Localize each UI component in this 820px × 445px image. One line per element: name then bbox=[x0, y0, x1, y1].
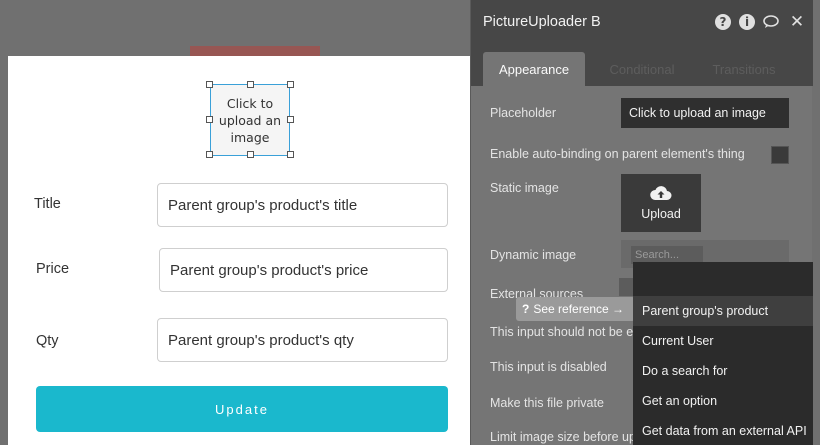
tab-appearance[interactable]: Appearance bbox=[483, 52, 585, 86]
static-image-upload-button[interactable]: Upload bbox=[621, 174, 701, 232]
dynamic-image-label: Dynamic image bbox=[490, 248, 577, 262]
panel-tabs: Appearance Conditional Transitions bbox=[471, 46, 813, 86]
not-empty-label: This input should not be e bbox=[490, 325, 634, 339]
upload-label: Upload bbox=[641, 207, 681, 221]
qty-label: Qty bbox=[36, 333, 59, 349]
price-input[interactable]: Parent group's product's price bbox=[159, 248, 448, 292]
auto-binding-label: Enable auto-binding on parent element's … bbox=[490, 147, 745, 161]
update-button[interactable]: Update bbox=[36, 386, 448, 432]
auto-binding-checkbox[interactable] bbox=[771, 146, 789, 164]
tab-conditional[interactable]: Conditional bbox=[595, 52, 689, 86]
disabled-label: This input is disabled bbox=[490, 360, 607, 374]
dropdown-item-get-option[interactable]: Get an option bbox=[633, 386, 813, 416]
uploader-text: Click to upload an image bbox=[218, 95, 282, 145]
tab-transitions[interactable]: Transitions bbox=[699, 52, 789, 86]
qty-input[interactable]: Parent group's product's qty bbox=[157, 318, 448, 362]
dropdown-top bbox=[633, 262, 813, 296]
placeholder-input-value: Click to upload an image bbox=[629, 106, 766, 120]
price-input-value: Parent group's product's price bbox=[170, 261, 369, 279]
static-image-label: Static image bbox=[490, 181, 559, 195]
panel-title: PictureUploader B bbox=[483, 14, 601, 30]
close-icon[interactable]: ✕ bbox=[789, 12, 805, 32]
dropdown-item-external-api[interactable]: Get data from an external API bbox=[633, 416, 813, 445]
picture-uploader[interactable]: Click to upload an image bbox=[210, 84, 290, 156]
dropdown-item-current-user[interactable]: Current User bbox=[633, 326, 813, 356]
dropdown-item-parent-group[interactable]: Parent group's product bbox=[633, 296, 813, 326]
title-input[interactable]: Parent group's product's title bbox=[157, 183, 448, 227]
resize-handle-nw[interactable] bbox=[206, 81, 213, 88]
see-reference-label: See reference → bbox=[533, 302, 625, 316]
title-input-value: Parent group's product's title bbox=[168, 196, 358, 214]
title-label: Title bbox=[34, 196, 61, 212]
resize-handle-e[interactable] bbox=[287, 116, 294, 123]
cloud-upload-icon bbox=[650, 186, 672, 200]
price-label: Price bbox=[36, 261, 70, 277]
limit-size-label: Limit image size before up bbox=[490, 430, 636, 444]
resize-handle-s[interactable] bbox=[247, 151, 254, 158]
resize-handle-ne[interactable] bbox=[287, 81, 294, 88]
question-icon: ? bbox=[522, 302, 530, 316]
canvas-element-strip bbox=[190, 46, 320, 56]
dropdown-item-do-search[interactable]: Do a search for bbox=[633, 356, 813, 386]
data-source-dropdown: Parent group's product Current User Do a… bbox=[633, 262, 813, 445]
info-icon[interactable]: i bbox=[739, 14, 755, 30]
placeholder-label: Placeholder bbox=[490, 106, 557, 120]
comment-icon[interactable] bbox=[763, 14, 779, 30]
help-icon[interactable]: ? bbox=[715, 14, 731, 30]
resize-handle-se[interactable] bbox=[287, 151, 294, 158]
qty-input-value: Parent group's product's qty bbox=[168, 331, 354, 349]
resize-handle-w[interactable] bbox=[206, 116, 213, 123]
resize-handle-sw[interactable] bbox=[206, 151, 213, 158]
search-placeholder: Search... bbox=[635, 249, 680, 261]
private-label: Make this file private bbox=[490, 396, 604, 410]
panel-header: PictureUploader B ? i ✕ bbox=[471, 0, 813, 46]
placeholder-input[interactable]: Click to upload an image bbox=[621, 98, 789, 128]
see-reference-button[interactable]: ? See reference → bbox=[516, 297, 635, 321]
resize-handle-n[interactable] bbox=[247, 81, 254, 88]
